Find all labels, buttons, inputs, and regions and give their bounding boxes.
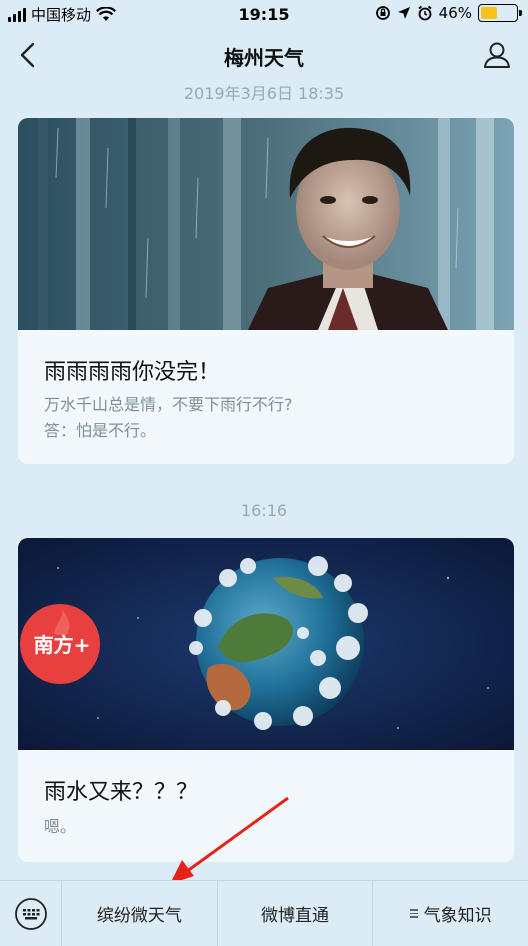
status-bar: 中国移动 19:15 46% bbox=[0, 0, 528, 30]
menu-item-label: 气象知识 bbox=[423, 906, 492, 926]
nav-bar: 梅州天气 bbox=[0, 30, 528, 82]
status-right: 46% bbox=[375, 4, 522, 22]
message-timestamp: 2019年3月6日 18:35 bbox=[183, 84, 345, 103]
article-description-line-1: 嗯。 bbox=[44, 817, 77, 836]
menu-item-weibo[interactable]: 微博直通 bbox=[218, 881, 374, 946]
page-title: 梅州天气 bbox=[224, 46, 304, 70]
rotation-lock-icon bbox=[375, 6, 390, 20]
annotation-arrow bbox=[170, 796, 289, 884]
article-card[interactable]: 雨雨雨雨你没完！ 万水千山总是情，不要下雨行不行? 答：怕是不行。 bbox=[18, 118, 514, 464]
menu-item-label: 缤纷微天气 bbox=[96, 906, 182, 926]
battery-level bbox=[481, 7, 497, 19]
article-description-line-2: 答：怕是不行。 bbox=[44, 421, 157, 440]
menu-item-label: 微博直通 bbox=[261, 906, 329, 926]
badge-logo-text: 南方+ bbox=[34, 633, 91, 657]
battery-icon bbox=[478, 4, 522, 22]
keyboard-icon bbox=[14, 898, 47, 930]
alarm-icon bbox=[418, 5, 432, 21]
message-timestamp: 16:16 bbox=[240, 501, 288, 520]
article-cover-image: 南方+ bbox=[18, 538, 514, 750]
article-cover-image bbox=[18, 118, 514, 330]
submenu-icon bbox=[409, 909, 418, 918]
location-icon bbox=[397, 7, 410, 19]
menu-item-knowledge[interactable]: 气象知识 bbox=[373, 881, 528, 946]
keyboard-toggle-button[interactable] bbox=[0, 881, 62, 946]
menu-item-weather[interactable]: 缤纷微天气 bbox=[62, 881, 218, 946]
battery-percent: 46% bbox=[438, 4, 472, 22]
bottom-menu: 缤纷微天气 微博直通 气象知识 bbox=[0, 880, 528, 946]
article-title: 雨雨雨雨你没完！ bbox=[44, 360, 221, 385]
article-description-line-1: 万水千山总是情，不要下雨行不行? bbox=[44, 395, 293, 414]
profile-icon[interactable] bbox=[482, 40, 512, 70]
